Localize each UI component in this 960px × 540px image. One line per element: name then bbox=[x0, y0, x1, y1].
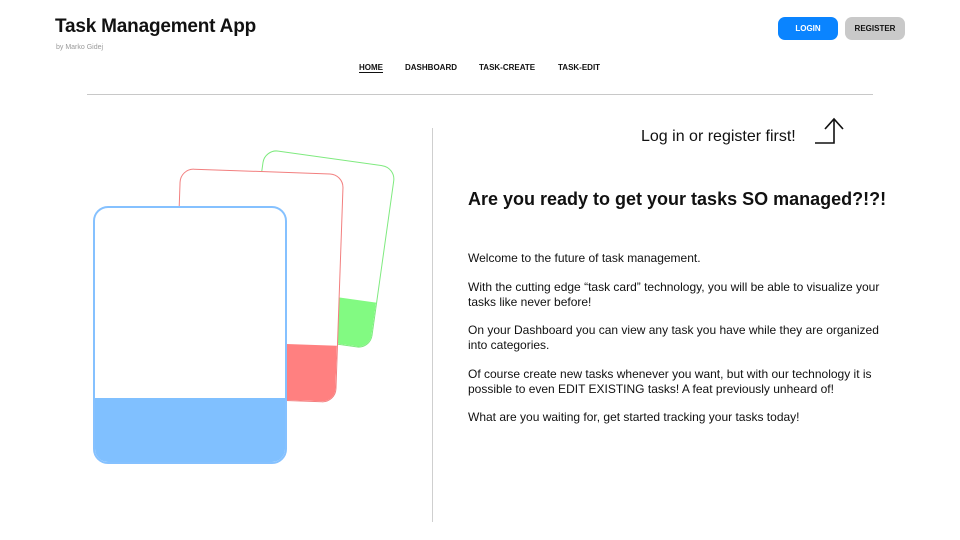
nav-item-home[interactable]: HOME bbox=[359, 63, 383, 72]
login-hint: Log in or register first! bbox=[641, 128, 796, 145]
nav-item-task-edit[interactable]: TASK-EDIT bbox=[558, 63, 600, 72]
intro-paragraph: Welcome to the future of task management… bbox=[468, 251, 701, 265]
register-button[interactable]: REGISTER bbox=[845, 17, 905, 40]
call-to-action-paragraph: What are you waiting for, get started tr… bbox=[468, 410, 800, 424]
task-card-blue bbox=[93, 206, 287, 464]
hero-headline: Are you ready to get your tasks SO manag… bbox=[468, 189, 887, 209]
nav-item-dashboard[interactable]: DASHBOARD bbox=[405, 63, 457, 72]
arrow-up-right-icon bbox=[815, 117, 844, 144]
header-divider bbox=[87, 94, 873, 95]
task-card-paragraph: With the cutting edge “task card” techno… bbox=[468, 280, 880, 309]
login-button[interactable]: LOGIN bbox=[778, 17, 838, 40]
content-divider bbox=[432, 128, 433, 522]
task-card-blue-fill bbox=[95, 398, 285, 462]
dashboard-paragraph: On your Dashboard you can view any task … bbox=[468, 323, 879, 352]
main-nav: HOME DASHBOARD TASK-CREATE TASK-EDIT bbox=[0, 63, 960, 77]
byline: by Marko Gidej bbox=[56, 44, 104, 51]
app-title: Task Management App bbox=[55, 16, 257, 37]
edit-tasks-paragraph: Of course create new tasks whenever you … bbox=[468, 367, 872, 396]
nav-item-task-create[interactable]: TASK-CREATE bbox=[479, 63, 535, 72]
